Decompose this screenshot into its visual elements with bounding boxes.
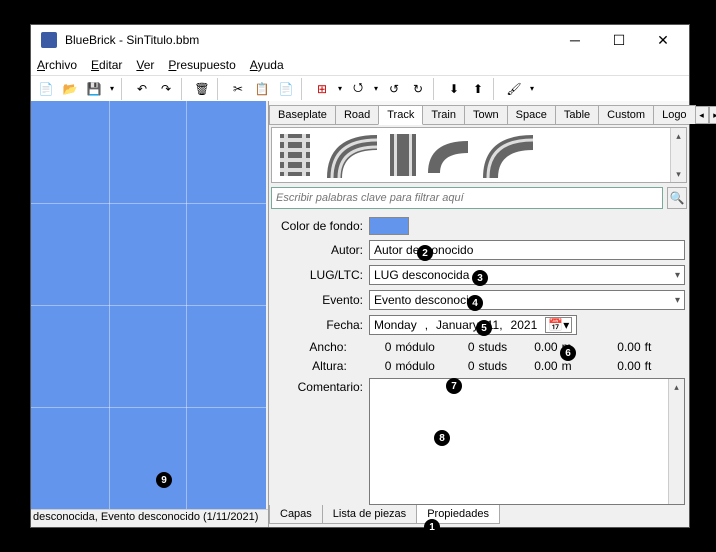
tab-layers[interactable]: Capas	[269, 505, 323, 524]
track-curve-small-icon[interactable]	[424, 135, 472, 175]
bottom-tabstrip: Capas Lista de piezas Propiedades	[269, 505, 689, 527]
menu-edit[interactable]: Editar	[91, 58, 122, 72]
palette-scrollbar[interactable]: ▴▾	[670, 128, 686, 182]
parts-tabstrip: Baseplate Road Track Train Town Space Ta…	[269, 101, 689, 125]
author-label: Autor:	[273, 243, 363, 257]
rotstep-dropdown[interactable]: ▾	[371, 78, 381, 100]
paint-dropdown[interactable]: ▾	[527, 78, 537, 100]
menu-file[interactable]: Archivo	[37, 58, 77, 72]
tab-logo[interactable]: Logo	[653, 105, 695, 124]
event-select[interactable]: Evento desconocido▾	[369, 290, 685, 310]
snap-dropdown[interactable]: ▾	[335, 78, 345, 100]
canvas-status: desconocida, Evento desconocido (1/11/20…	[31, 509, 268, 527]
tab-table[interactable]: Table	[555, 105, 599, 124]
date-label: Fecha:	[273, 318, 363, 332]
menu-help[interactable]: Ayuda	[250, 58, 284, 72]
properties-panel: Color de fondo: Autor: LUG/LTC: LUG desc…	[269, 211, 689, 505]
tab-scroll-right[interactable]: ▸	[709, 106, 716, 124]
redo-button[interactable]: ↷	[155, 78, 177, 100]
save-button[interactable]: 💾	[83, 78, 105, 100]
rotation-step-button[interactable]: ⭯	[347, 78, 369, 100]
parts-palette[interactable]: ▴▾	[271, 127, 687, 183]
width-label: Ancho:	[273, 340, 353, 354]
rotate-ccw-button[interactable]: ↺	[383, 78, 405, 100]
comment-scrollbar[interactable]: ▴	[668, 379, 684, 504]
filter-apply-button[interactable]: 🔍	[667, 187, 687, 209]
right-pane: Baseplate Road Track Train Town Space Ta…	[269, 101, 689, 527]
save-dropdown[interactable]: ▾	[107, 78, 117, 100]
bring-front-button[interactable]: ⬆	[467, 78, 489, 100]
tab-properties[interactable]: Propiedades	[416, 505, 500, 524]
minimize-button[interactable]: ─	[553, 25, 597, 55]
chevron-down-icon: ▾	[675, 270, 680, 281]
bgcolor-label: Color de fondo:	[273, 219, 363, 233]
toolbar: 📄 📂 💾 ▾ ↶ ↷ 🗑 ✂ 📋 📄 ⊞ ▾ ⭯ ▾ ↺ ↻ ⬇ ⬆ 🖌 ▾	[31, 75, 689, 101]
track-straight-short-icon[interactable]	[388, 132, 418, 178]
open-button[interactable]: 📂	[59, 78, 81, 100]
tab-scroll-left[interactable]: ◂	[695, 106, 709, 124]
tab-track[interactable]: Track	[378, 105, 423, 125]
copy-button[interactable]: 📋	[251, 78, 273, 100]
filter-input[interactable]	[271, 187, 663, 209]
app-icon	[41, 32, 57, 48]
author-input[interactable]	[369, 240, 685, 260]
send-back-button[interactable]: ⬇	[443, 78, 465, 100]
paint-button[interactable]: 🖌	[503, 78, 525, 100]
comment-textarea[interactable]: ▴	[369, 378, 685, 505]
delete-button[interactable]: 🗑	[191, 78, 213, 100]
event-label: Evento:	[273, 293, 363, 307]
tab-town[interactable]: Town	[464, 105, 508, 124]
lug-label: LUG/LTC:	[273, 268, 363, 282]
tab-baseplate[interactable]: Baseplate	[269, 105, 336, 124]
window-title: BlueBrick - SinTitulo.bbm	[65, 33, 553, 47]
layout-canvas[interactable]	[31, 101, 266, 509]
maximize-button[interactable]: ☐	[597, 25, 641, 55]
tab-train[interactable]: Train	[422, 105, 465, 124]
track-straight-icon[interactable]	[274, 132, 316, 178]
undo-button[interactable]: ↶	[131, 78, 153, 100]
menubar: Archivo Editar Ver Presupuesto Ayuda	[31, 55, 689, 75]
cut-button[interactable]: ✂	[227, 78, 249, 100]
main-area: desconocida, Evento desconocido (1/11/20…	[31, 101, 689, 527]
bgcolor-swatch[interactable]	[369, 217, 409, 235]
tab-custom[interactable]: Custom	[598, 105, 654, 124]
track-curve-large2-icon[interactable]	[478, 130, 538, 180]
close-button[interactable]: ✕	[641, 25, 685, 55]
tab-road[interactable]: Road	[335, 105, 379, 124]
height-label: Altura:	[273, 359, 353, 373]
menu-budget[interactable]: Presupuesto	[168, 58, 235, 72]
new-button[interactable]: 📄	[35, 78, 57, 100]
lug-select[interactable]: LUG desconocida▾	[369, 265, 685, 285]
calendar-icon[interactable]: 📅▾	[545, 317, 572, 333]
menu-view[interactable]: Ver	[136, 58, 154, 72]
track-curve-large-icon[interactable]	[322, 130, 382, 180]
date-picker[interactable]: Monday, January 11, 2021 📅▾	[369, 315, 577, 335]
rotate-cw-button[interactable]: ↻	[407, 78, 429, 100]
paste-button[interactable]: 📄	[275, 78, 297, 100]
chevron-down-icon: ▾	[675, 295, 680, 306]
tab-partslist[interactable]: Lista de piezas	[322, 505, 417, 524]
snap-grid-button[interactable]: ⊞	[311, 78, 333, 100]
tab-space[interactable]: Space	[507, 105, 556, 124]
left-pane: desconocida, Evento desconocido (1/11/20…	[31, 101, 269, 527]
titlebar: BlueBrick - SinTitulo.bbm ─ ☐ ✕	[31, 25, 689, 55]
comment-label: Comentario:	[273, 378, 363, 505]
app-window: BlueBrick - SinTitulo.bbm ─ ☐ ✕ Archivo …	[30, 24, 690, 528]
